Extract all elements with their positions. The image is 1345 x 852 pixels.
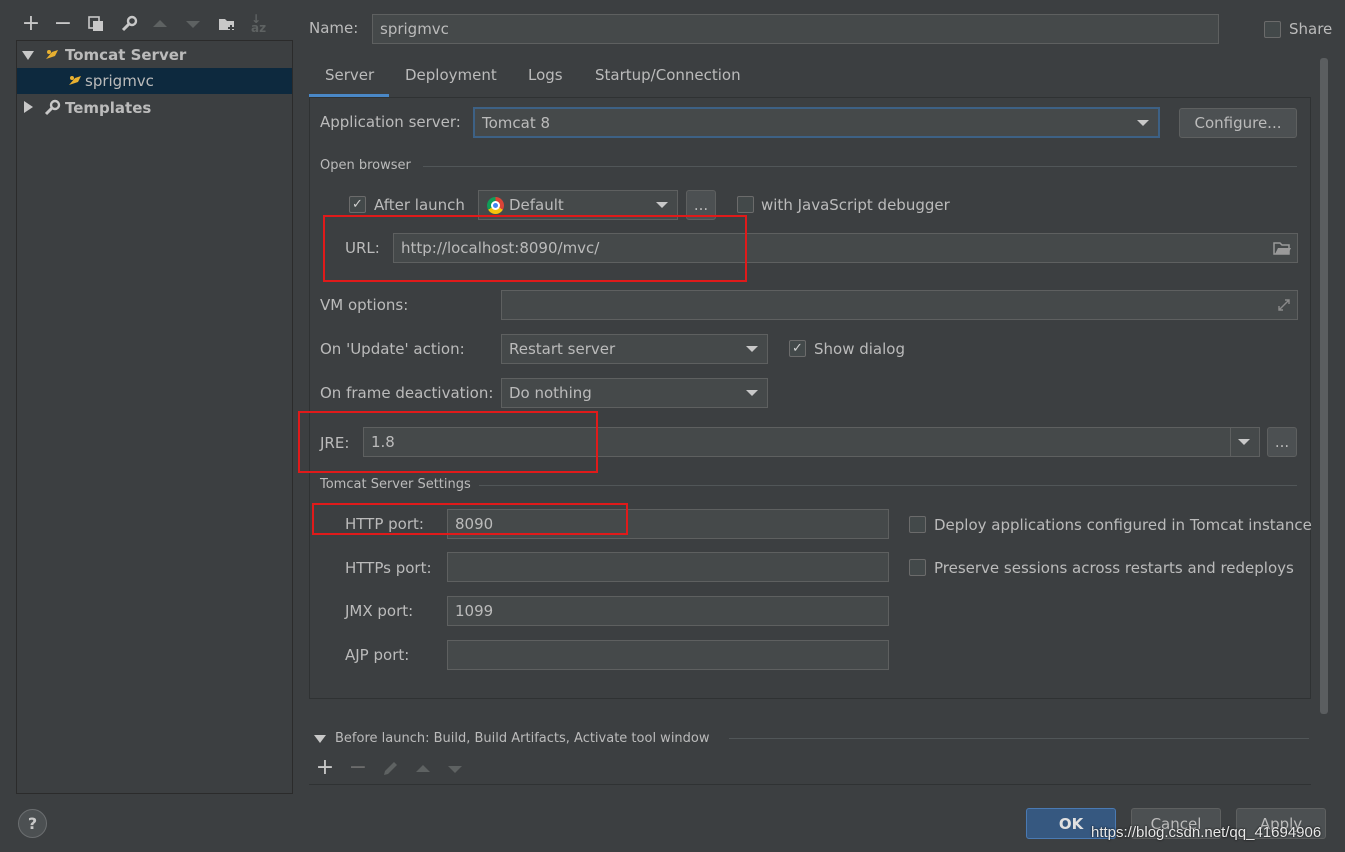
- tab-label: Startup/Connection: [595, 66, 741, 84]
- chevron-down-icon: [1238, 439, 1250, 445]
- share-label: Share: [1289, 20, 1333, 38]
- tab-startup-connection[interactable]: Startup/Connection: [581, 58, 751, 96]
- app-server-value: Tomcat 8: [482, 113, 551, 132]
- scrollbar[interactable]: [1320, 58, 1328, 714]
- vm-options-label: VM options:: [320, 296, 409, 314]
- move-up-icon: [416, 765, 430, 772]
- before-launch-title[interactable]: Before launch: Build, Build Artifacts, A…: [335, 731, 710, 746]
- update-action-select[interactable]: Restart server: [501, 334, 768, 364]
- folder-icon[interactable]: [1273, 241, 1291, 255]
- collapsed-arrow-icon[interactable]: [24, 101, 33, 113]
- tab-deployment[interactable]: Deployment: [391, 58, 503, 96]
- configure-button[interactable]: Configure...: [1179, 108, 1297, 138]
- tab-label: Server: [325, 66, 375, 84]
- browser-value: Default: [509, 196, 564, 214]
- move-down-icon: [448, 766, 462, 773]
- name-field[interactable]: sprigmvc: [372, 14, 1219, 44]
- chevron-down-icon: [746, 346, 758, 352]
- before-launch-list: [309, 784, 1311, 796]
- add-icon[interactable]: +: [315, 757, 335, 779]
- move-up-icon: [153, 20, 167, 27]
- deploy-apps-checkbox[interactable]: [909, 516, 926, 533]
- tab-logs[interactable]: Logs: [514, 58, 578, 96]
- ajp-port-label: AJP port:: [345, 646, 410, 664]
- tree-item-sprigmvc[interactable]: sprigmvc: [17, 68, 292, 94]
- jre-highlight-box: [298, 411, 598, 473]
- js-debugger-checkbox[interactable]: [737, 196, 754, 213]
- chrome-icon: [487, 197, 504, 214]
- share-checkbox[interactable]: [1264, 21, 1281, 38]
- url-highlight-box: [323, 215, 747, 282]
- tree-item-label: Templates: [65, 99, 152, 117]
- move-down-icon: [186, 21, 200, 28]
- sort-icon: ↓ az: [251, 12, 267, 35]
- copy-icon[interactable]: [88, 16, 104, 32]
- tab-bar: Server Deployment Logs Startup/Connectio…: [309, 58, 1309, 98]
- vm-options-field[interactable]: [501, 290, 1298, 320]
- app-server-label: Application server:: [320, 113, 461, 131]
- expand-icon[interactable]: [1277, 298, 1291, 312]
- name-label: Name:: [309, 19, 359, 37]
- jre-more-button[interactable]: ...: [1267, 427, 1297, 457]
- update-action-value: Restart server: [509, 340, 616, 358]
- tab-server[interactable]: Server: [309, 58, 389, 97]
- frame-deactivation-value: Do nothing: [509, 384, 592, 402]
- help-button[interactable]: ?: [18, 809, 47, 838]
- open-browser-title: Open browser: [320, 158, 411, 173]
- preserve-sessions-checkbox[interactable]: [909, 559, 926, 576]
- frame-deactivation-select[interactable]: Do nothing: [501, 378, 768, 408]
- tree-item-label: Tomcat Server: [65, 46, 187, 64]
- show-dialog-label: Show dialog: [814, 340, 905, 358]
- jmx-port-label: JMX port:: [345, 602, 414, 620]
- remove-icon: −: [348, 755, 368, 780]
- left-toolbar: + − ↓ az: [0, 10, 292, 40]
- show-dialog-checkbox[interactable]: ✓: [789, 340, 806, 357]
- new-folder-icon[interactable]: [218, 16, 236, 32]
- tree-item-tomcat-server[interactable]: Tomcat Server: [17, 41, 292, 68]
- tomcat-icon: [44, 47, 60, 63]
- deploy-apps-label: Deploy applications configured in Tomcat…: [934, 516, 1312, 534]
- frame-deactivation-label: On frame deactivation:: [320, 384, 494, 402]
- run-config-tree: Tomcat Server sprigmvc Templates: [16, 40, 293, 794]
- add-icon[interactable]: +: [21, 13, 41, 35]
- tree-item-label: sprigmvc: [85, 72, 154, 90]
- tab-label: Logs: [528, 66, 563, 84]
- collapse-arrow-icon[interactable]: [314, 735, 326, 743]
- js-debugger-label: with JavaScript debugger: [761, 196, 950, 214]
- chevron-down-icon: [1137, 119, 1149, 126]
- preserve-sessions-label: Preserve sessions across restarts and re…: [934, 559, 1294, 577]
- remove-icon[interactable]: −: [53, 13, 73, 35]
- after-launch-label: After launch: [374, 196, 465, 214]
- app-server-select[interactable]: Tomcat 8: [473, 107, 1160, 138]
- edit-icon: [381, 760, 399, 778]
- jmx-port-field[interactable]: 1099: [447, 596, 889, 626]
- http-port-highlight-box: [312, 503, 628, 535]
- watermark: https://blog.csdn.net/qq_41694906: [1091, 824, 1322, 841]
- tab-label: Deployment: [405, 66, 497, 84]
- after-launch-checkbox[interactable]: ✓: [349, 196, 366, 213]
- expanded-arrow-icon[interactable]: [22, 51, 34, 60]
- divider: [729, 738, 1309, 739]
- tree-item-templates[interactable]: Templates: [17, 94, 292, 121]
- update-action-label: On 'Update' action:: [320, 340, 465, 358]
- wrench-icon: [43, 99, 61, 117]
- ajp-port-field[interactable]: [447, 640, 889, 670]
- chevron-down-icon: [746, 390, 758, 396]
- divider: [1230, 428, 1231, 456]
- divider: [423, 166, 1297, 167]
- tomcat-settings-title: Tomcat Server Settings: [320, 477, 471, 492]
- https-port-field[interactable]: [447, 552, 889, 582]
- https-port-label: HTTPs port:: [345, 559, 432, 577]
- wrench-icon[interactable]: [120, 15, 138, 33]
- divider: [479, 485, 1297, 486]
- tomcat-icon: [67, 73, 83, 89]
- chevron-down-icon: [656, 202, 668, 208]
